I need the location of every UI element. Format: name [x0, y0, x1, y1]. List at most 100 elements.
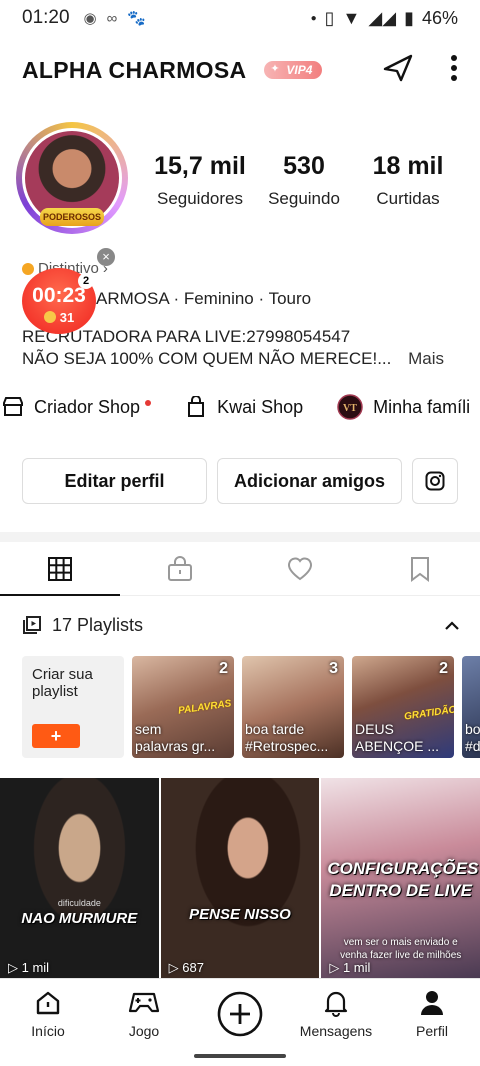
tab-private[interactable] — [120, 542, 240, 595]
creator-shop-label: Criador Shop — [34, 396, 141, 417]
status-bar: 01:20 ◉ ∞ 🐾 ● ▯ ▼ ◢◢ ▮ 46% — [0, 0, 480, 36]
video-grid: dificuldade NAO MURMURE ▷ 1 mil PENSE NI… — [0, 778, 480, 978]
section-divider — [0, 532, 480, 542]
video-thumbnail[interactable]: CONFIGURAÇÕES DENTRO DE LIVE vem ser o m… — [321, 778, 480, 978]
playlist-overlay-text: GRATIDÃO — [403, 704, 454, 723]
family-label: Minha famíli — [373, 396, 471, 417]
battery-icon: ▮ — [404, 7, 414, 28]
home-icon — [36, 991, 60, 1014]
vip-badge[interactable]: VIP4 — [264, 61, 323, 79]
nav-messages[interactable]: Mensagens — [288, 979, 384, 1048]
create-playlist-card[interactable]: Criar sua playlist + — [22, 656, 124, 758]
bottom-navigation: Início Jogo Mensagens Perfil — [0, 978, 480, 1048]
playlist-video-count: 2 — [439, 660, 448, 677]
edit-profile-button[interactable]: Editar perfil — [22, 458, 207, 504]
instagram-button[interactable] — [412, 458, 458, 504]
avatar-frame-label: PODEROSOS — [40, 208, 104, 226]
bag-icon — [188, 396, 205, 417]
battery-level: 46% — [421, 7, 458, 28]
add-friends-button[interactable]: Adicionar amigos — [217, 458, 402, 504]
likes-stat[interactable]: 18 mil Curtidas — [356, 152, 460, 209]
following-label: Seguindo — [268, 189, 340, 208]
status-time: 01:20 — [22, 7, 70, 28]
share-icon[interactable] — [382, 53, 414, 88]
create-playlist-label: Criar sua playlist — [32, 666, 93, 700]
nav-profile[interactable]: Perfil — [384, 979, 480, 1048]
timer-coins: 31 — [22, 310, 96, 325]
dot-icon: ● — [310, 12, 317, 24]
playlists-header[interactable]: 17 Playlists — [22, 608, 460, 642]
video-title: NAO MURMURE — [21, 910, 138, 927]
paw-icon: 🐾 — [127, 10, 147, 27]
playlist-caption: sem palavras gr... — [135, 721, 216, 754]
nav-home-label: Início — [31, 1022, 65, 1039]
video-thumbnail[interactable]: dificuldade NAO MURMURE ▷ 1 mil — [0, 778, 159, 978]
chevron-up-icon[interactable] — [444, 615, 460, 636]
video-views: ▷ 687 — [168, 960, 204, 975]
notification-dot — [145, 400, 152, 406]
family-link[interactable]: VT Minha famíli — [337, 394, 470, 420]
followers-count: 15,7 mil — [154, 152, 246, 180]
nav-game[interactable]: Jogo — [96, 979, 192, 1048]
status-notification-icons: ◉ ∞ 🐾 — [83, 9, 147, 28]
nav-create[interactable] — [192, 979, 288, 1048]
playlist-icon — [23, 616, 41, 634]
grid-icon — [48, 556, 72, 581]
nav-messages-label: Mensagens — [299, 1022, 373, 1039]
username: ALPHA CHARMOSA — [22, 56, 247, 83]
family-icon: VT — [337, 394, 363, 420]
wifi-icon: ▼ — [342, 7, 361, 28]
playlists-count: 17 Playlists — [52, 614, 144, 635]
vibrate-icon: ▯ — [324, 7, 335, 28]
record-icon: ◉ — [83, 10, 97, 27]
playlist-video-count: 3 — [329, 660, 338, 677]
nav-profile-label: Perfil — [416, 1022, 448, 1039]
store-icon — [3, 397, 23, 416]
video-title: PENSE NISSO — [189, 906, 291, 923]
playlist-caption: boa tarde #Retrospec... — [245, 721, 329, 754]
bookmark-icon — [411, 556, 429, 582]
profile-actions: Editar perfil Adicionar amigos — [22, 458, 458, 504]
profile-meta: ARMOSA · Feminino · Touro — [96, 289, 312, 308]
avatar[interactable]: PODEROSOS — [16, 122, 128, 234]
followers-stat[interactable]: 15,7 mil Seguidores — [148, 152, 252, 209]
bio-more-link[interactable]: Mais — [408, 349, 444, 368]
shop-links: Criador Shop Kwai Shop VT Minha famíli — [0, 390, 480, 424]
video-views: ▷ 1 mil — [8, 960, 50, 975]
playlist-video-count: 2 — [219, 660, 228, 677]
link-icon: ∞ — [106, 9, 118, 27]
followers-label: Seguidores — [156, 189, 243, 208]
playlist-card[interactable]: 2 PALAVRAS sem palavras gr... — [132, 656, 234, 758]
home-indicator[interactable] — [194, 1054, 286, 1058]
video-views: ▷ 1 mil — [329, 960, 371, 975]
playlist-card[interactable]: bo #d — [462, 656, 480, 758]
gamepad-icon — [128, 992, 160, 1012]
playlist-card[interactable]: 3 boa tarde #Retrospec... — [242, 656, 344, 758]
lock-bag-icon — [168, 555, 192, 581]
tab-grid[interactable] — [0, 542, 120, 596]
video-thumbnail[interactable]: PENSE NISSO ▷ 687 — [160, 778, 320, 978]
nav-home[interactable]: Início — [0, 979, 96, 1048]
content-tabs — [0, 542, 480, 596]
kwai-shop-label: Kwai Shop — [217, 396, 304, 417]
profile-header: ALPHA CHARMOSA VIP4 — [0, 42, 480, 98]
tab-saved[interactable] — [360, 542, 480, 595]
more-options-icon[interactable] — [450, 54, 458, 87]
signal-icon: ◢◢ — [368, 7, 397, 28]
tab-liked[interactable] — [240, 542, 360, 595]
video-title: CONFIGURAÇÕES DENTRO DE LIVE — [327, 859, 479, 900]
nav-game-label: Jogo — [128, 1022, 160, 1039]
create-playlist-button[interactable]: + — [32, 724, 80, 748]
playlist-card[interactable]: 2 GRATIDÃO DEUS ABENÇOE ... — [352, 656, 454, 758]
following-stat[interactable]: 530 Seguindo — [252, 152, 356, 209]
creator-shop-link[interactable]: Criador Shop — [2, 396, 152, 418]
likes-label: Curtidas — [376, 189, 440, 208]
playlist-overlay-text: PALAVRAS — [177, 698, 233, 717]
heart-icon — [287, 557, 313, 580]
playlist-caption: DEUS ABENÇOE ... — [355, 721, 440, 754]
plus-circle-icon — [217, 991, 263, 1036]
close-icon[interactable]: × — [97, 248, 115, 266]
status-right: ● ▯ ▼ ◢◢ ▮ 46% — [311, 8, 458, 29]
person-icon — [421, 990, 443, 1015]
kwai-shop-link[interactable]: Kwai Shop — [185, 396, 303, 418]
